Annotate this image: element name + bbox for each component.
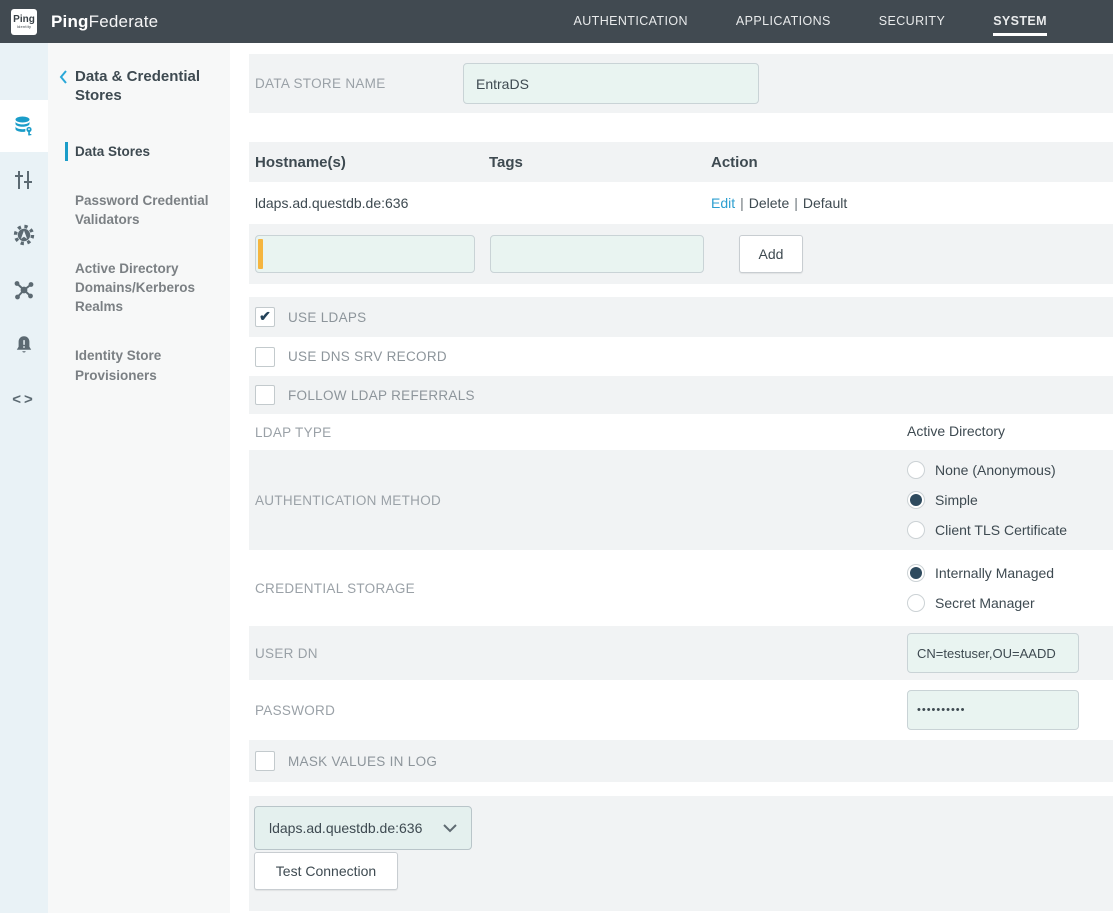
auth-client-tls-option[interactable]: Client TLS Certificate bbox=[907, 515, 1113, 545]
auth-simple-radio[interactable] bbox=[907, 491, 925, 509]
ping-logo: Ping Identity bbox=[11, 9, 37, 35]
hostnames-table-header: Hostname(s) Tags Action bbox=[249, 142, 1113, 182]
sidebar-items: Data Stores Password Credential Validato… bbox=[48, 142, 230, 385]
sidebar: Data & Credential Stores Data Stores Pas… bbox=[48, 43, 230, 913]
rail-item-network[interactable] bbox=[0, 262, 48, 317]
gear-admin-icon bbox=[12, 223, 36, 247]
sidebar-item-password-credential-validators[interactable]: Password Credential Validators bbox=[48, 191, 226, 229]
nav-authentication[interactable]: AUTHENTICATION bbox=[574, 8, 688, 36]
auth-simple-option[interactable]: Simple bbox=[907, 485, 1113, 515]
password-row: PASSWORD •••••••••• bbox=[249, 680, 1113, 740]
storage-secret-manager-radio[interactable] bbox=[907, 594, 925, 612]
auth-client-tls-radio[interactable] bbox=[907, 521, 925, 539]
storage-secret-manager-option[interactable]: Secret Manager bbox=[907, 588, 1113, 618]
ldap-type-value: Active Directory bbox=[907, 423, 1005, 439]
hostname-select-dropdown[interactable]: ldaps.ad.questdb.de:636 bbox=[254, 806, 472, 850]
tags-input[interactable] bbox=[490, 235, 704, 273]
sidebar-item-ad-domains-kerberos[interactable]: Active Directory Domains/Kerberos Realms bbox=[48, 259, 226, 316]
edit-link[interactable]: Edit bbox=[711, 195, 735, 211]
app-title: PingFederate bbox=[51, 12, 158, 32]
follow-ldap-referrals-row: FOLLOW LDAP REFERRALS bbox=[249, 376, 1113, 414]
icon-rail: <> bbox=[0, 43, 48, 913]
col-tags: Tags bbox=[489, 154, 711, 171]
delete-link[interactable]: Delete bbox=[749, 195, 789, 211]
use-dns-srv-row: USE DNS SRV RECORD bbox=[249, 337, 1113, 376]
storage-internally-managed-option[interactable]: Internally Managed bbox=[907, 558, 1113, 588]
follow-ldap-referrals-checkbox[interactable] bbox=[255, 385, 275, 405]
password-label: PASSWORD bbox=[249, 703, 335, 718]
connection-test-section: ldaps.ad.questdb.de:636 Test Connection bbox=[249, 796, 1113, 911]
mask-values-label: MASK VALUES IN LOG bbox=[288, 754, 437, 769]
hostname-cell: ldaps.ad.questdb.de:636 bbox=[249, 195, 489, 211]
data-stores-icon bbox=[12, 114, 36, 138]
password-input[interactable]: •••••••••• bbox=[907, 690, 1079, 730]
network-icon bbox=[12, 278, 36, 302]
credential-storage-label: CREDENTIAL STORAGE bbox=[249, 581, 415, 596]
nav-system[interactable]: SYSTEM bbox=[993, 8, 1047, 36]
sidebar-item-identity-store-provisioners[interactable]: Identity Store Provisioners bbox=[48, 346, 226, 384]
authentication-method-label: AUTHENTICATION METHOD bbox=[249, 493, 441, 508]
chevron-left-icon bbox=[59, 69, 68, 106]
col-hostnames: Hostname(s) bbox=[249, 154, 489, 171]
mask-values-checkbox[interactable] bbox=[255, 751, 275, 771]
code-icon: <> bbox=[12, 391, 36, 408]
mask-values-row: MASK VALUES IN LOG bbox=[249, 740, 1113, 782]
rail-item-code[interactable]: <> bbox=[0, 372, 48, 427]
test-connection-button[interactable]: Test Connection bbox=[254, 852, 398, 890]
data-store-name-label: DATA STORE NAME bbox=[249, 76, 463, 91]
user-dn-label: USER DN bbox=[249, 646, 318, 661]
follow-ldap-referrals-label: FOLLOW LDAP REFERRALS bbox=[288, 388, 475, 403]
main-content: DATA STORE NAME EntraDS Hostname(s) Tags… bbox=[230, 43, 1113, 913]
authentication-method-row: AUTHENTICATION METHOD None (Anonymous) S… bbox=[249, 450, 1113, 550]
rail-item-alerts[interactable] bbox=[0, 317, 48, 372]
data-store-name-input[interactable]: EntraDS bbox=[463, 63, 759, 104]
auth-none-radio[interactable] bbox=[907, 461, 925, 479]
storage-internally-managed-radio[interactable] bbox=[907, 564, 925, 582]
add-hostname-row: Add bbox=[249, 224, 1113, 284]
action-cell: Edit|Delete|Default bbox=[711, 195, 847, 211]
hostname-table-row: ldaps.ad.questdb.de:636 Edit|Delete|Defa… bbox=[249, 182, 1113, 224]
settings-sliders-icon bbox=[13, 169, 35, 191]
hostname-input[interactable] bbox=[255, 235, 475, 273]
top-nav: AUTHENTICATION APPLICATIONS SECURITY SYS… bbox=[574, 8, 1113, 36]
nav-applications[interactable]: APPLICATIONS bbox=[736, 8, 831, 36]
default-link[interactable]: Default bbox=[803, 195, 847, 211]
sidebar-header[interactable]: Data & Credential Stores bbox=[48, 68, 230, 106]
hostname-select-value: ldaps.ad.questdb.de:636 bbox=[269, 820, 422, 836]
rail-item-server[interactable] bbox=[0, 207, 48, 262]
top-header: Ping Identity PingFederate AUTHENTICATIO… bbox=[0, 0, 1113, 43]
chevron-down-icon bbox=[443, 820, 457, 836]
sidebar-title: Data & Credential Stores bbox=[75, 68, 210, 106]
nav-security[interactable]: SECURITY bbox=[879, 8, 945, 36]
credential-storage-row: CREDENTIAL STORAGE Internally Managed Se… bbox=[249, 550, 1113, 626]
user-dn-row: USER DN CN=testuser,OU=AADD bbox=[249, 626, 1113, 680]
add-button[interactable]: Add bbox=[739, 235, 803, 273]
data-store-name-row: DATA STORE NAME EntraDS bbox=[249, 54, 1113, 113]
alert-bell-icon bbox=[13, 334, 35, 356]
col-action: Action bbox=[711, 154, 758, 171]
ping-logo-subtext: Identity bbox=[17, 25, 32, 29]
rail-item-data-stores[interactable] bbox=[0, 100, 48, 152]
use-dns-srv-label: USE DNS SRV RECORD bbox=[288, 349, 447, 364]
ldap-type-row: LDAP TYPE Active Directory bbox=[249, 414, 1113, 450]
sidebar-item-data-stores[interactable]: Data Stores bbox=[65, 142, 223, 161]
auth-none-option[interactable]: None (Anonymous) bbox=[907, 455, 1113, 485]
user-dn-input[interactable]: CN=testuser,OU=AADD bbox=[907, 633, 1079, 673]
use-dns-srv-checkbox[interactable] bbox=[255, 347, 275, 367]
use-ldaps-checkbox[interactable] bbox=[255, 307, 275, 327]
use-ldaps-row: USE LDAPS bbox=[249, 297, 1113, 337]
ping-logo-text: Ping bbox=[13, 15, 35, 25]
rail-item-settings[interactable] bbox=[0, 152, 48, 207]
ldap-type-label: LDAP TYPE bbox=[249, 425, 332, 440]
use-ldaps-label: USE LDAPS bbox=[288, 310, 366, 325]
